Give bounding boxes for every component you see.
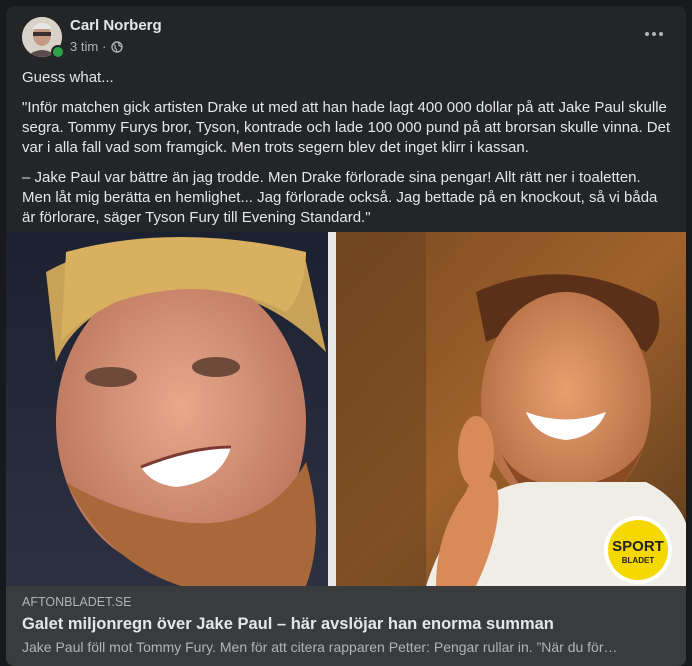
online-status-dot	[51, 45, 65, 59]
link-domain: AFTONBLADET.SE	[22, 595, 132, 609]
logo-text-top: SPORT	[612, 538, 664, 555]
more-dot-icon	[659, 32, 663, 36]
more-options-button[interactable]	[636, 22, 672, 46]
author-name[interactable]: Carl Norberg	[70, 17, 162, 34]
meta-separator: ·	[102, 39, 107, 54]
post-time[interactable]: 3 tim	[70, 39, 98, 54]
more-dot-icon	[652, 32, 656, 36]
post-meta: 3 tim ·	[70, 39, 123, 54]
post-paragraph: "Inför matchen gick artisten Drake ut me…	[22, 99, 671, 156]
more-horizontal-icon	[645, 32, 649, 36]
logo-text-bottom: BLADET	[622, 556, 655, 565]
post-header: Carl Norberg 3 tim ·	[6, 6, 686, 62]
post-text: Guess what... "Inför matchen gick artist…	[22, 68, 672, 238]
link-preview[interactable]: AFTONBLADET.SE Galet miljonregn över Jak…	[6, 586, 686, 666]
post-card: Carl Norberg 3 tim · Guess what... "Infö…	[6, 6, 686, 666]
post-paragraph: – Jake Paul var bättre än jag trodde. Me…	[22, 169, 658, 226]
link-title[interactable]: Galet miljonregn över Jake Paul – här av…	[22, 615, 554, 634]
post-image[interactable]: SPORT BLADET	[6, 232, 686, 586]
post-paragraph: Guess what...	[22, 69, 114, 86]
globe-icon[interactable]	[110, 40, 123, 53]
article-photo: SPORT BLADET	[6, 232, 686, 586]
link-description: Jake Paul föll mot Tommy Fury. Men för a…	[22, 639, 618, 655]
